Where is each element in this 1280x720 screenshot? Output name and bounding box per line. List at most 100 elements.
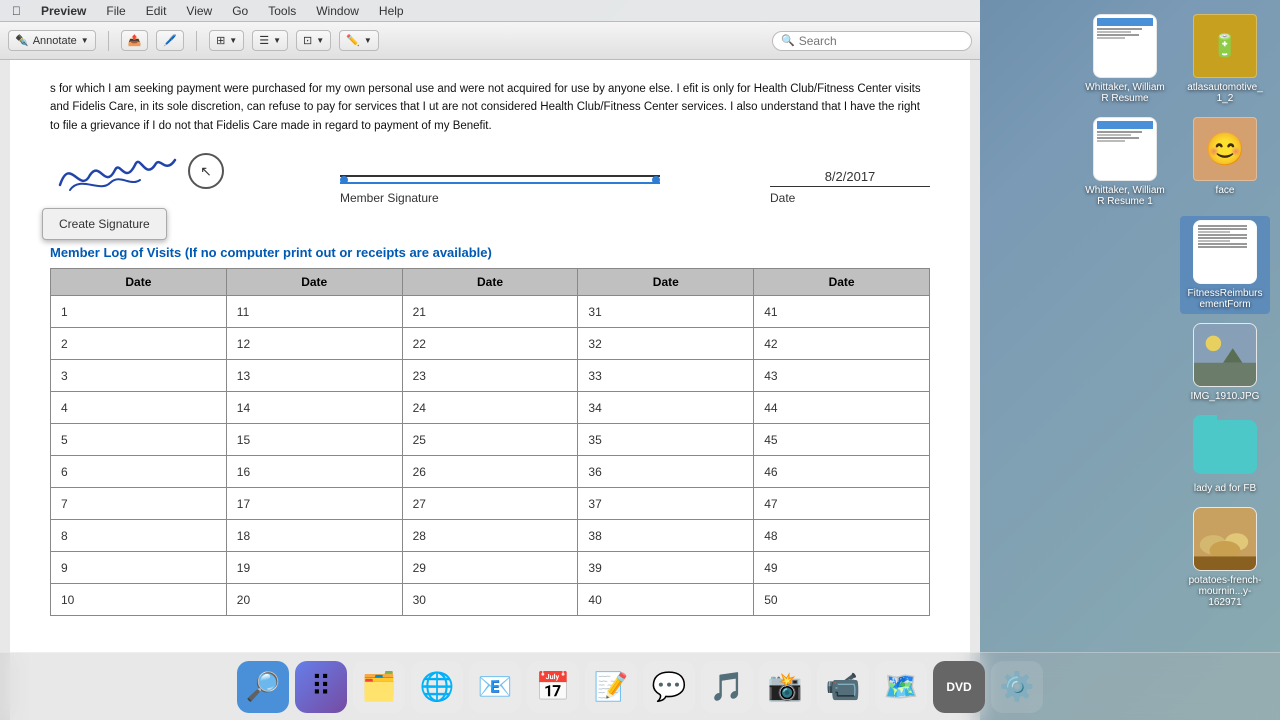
- cell-row8-col5[interactable]: 48: [754, 520, 930, 552]
- desktop-icon-img1910[interactable]: IMG_1910.JPG: [1180, 319, 1270, 406]
- cell-row8-col4[interactable]: 38: [578, 520, 754, 552]
- cell-row3-col5[interactable]: 43: [754, 360, 930, 392]
- cell-row2-col2[interactable]: 12: [226, 328, 402, 360]
- cell-row4-col1[interactable]: 4: [51, 392, 227, 424]
- desktop-icon-atlasautomotive[interactable]: 🔋 atlasautomotive_1_2: [1180, 10, 1270, 108]
- signature-line-area: Member Signature: [340, 175, 730, 205]
- annotate-button[interactable]: ✒️ Annotate ▼: [8, 30, 96, 51]
- pen-icon: ✒️: [15, 34, 29, 47]
- dock-item-launchpad[interactable]: ⠿: [295, 661, 347, 713]
- cell-row1-col2[interactable]: 11: [226, 296, 402, 328]
- cell-row4-col5[interactable]: 44: [754, 392, 930, 424]
- cell-row7-col3[interactable]: 27: [402, 488, 578, 520]
- dock-item-browser[interactable]: 🌐: [411, 661, 463, 713]
- dock-item-files[interactable]: 🗂️: [353, 661, 405, 713]
- cell-row9-col3[interactable]: 29: [402, 552, 578, 584]
- desktop-icon-fitness-form[interactable]: FitnessReimbursementForm: [1180, 216, 1270, 314]
- view-menu[interactable]: View: [182, 2, 216, 20]
- cell-row8-col3[interactable]: 28: [402, 520, 578, 552]
- icon-thumbnail-atlas: 🔋: [1193, 14, 1257, 78]
- cell-row10-col2[interactable]: 20: [226, 584, 402, 616]
- cell-row5-col5[interactable]: 45: [754, 424, 930, 456]
- cell-row2-col1[interactable]: 2: [51, 328, 227, 360]
- cell-row3-col2[interactable]: 13: [226, 360, 402, 392]
- edit-button[interactable]: ✏️ ▼: [339, 30, 379, 51]
- tools-menu[interactable]: Tools: [264, 2, 300, 20]
- app-name[interactable]: Preview: [37, 2, 90, 20]
- dock-item-photos[interactable]: 📸: [759, 661, 811, 713]
- table-row: 111213141: [51, 296, 930, 328]
- table-row: 717273747: [51, 488, 930, 520]
- edit-menu[interactable]: Edit: [142, 2, 171, 20]
- cell-row7-col1[interactable]: 7: [51, 488, 227, 520]
- cell-row6-col4[interactable]: 36: [578, 456, 754, 488]
- window-menu[interactable]: Window: [312, 2, 363, 20]
- cell-row2-col4[interactable]: 32: [578, 328, 754, 360]
- cell-row6-col3[interactable]: 26: [402, 456, 578, 488]
- cell-row9-col5[interactable]: 49: [754, 552, 930, 584]
- dock-item-finder[interactable]: 🔎: [237, 661, 289, 713]
- cell-row8-col2[interactable]: 18: [226, 520, 402, 552]
- dock-item-notes[interactable]: 📝: [585, 661, 637, 713]
- cell-row6-col2[interactable]: 16: [226, 456, 402, 488]
- desktop-icon-potatoes[interactable]: potatoes-french-mournin...y-162971: [1180, 503, 1270, 612]
- cell-row1-col3[interactable]: 21: [402, 296, 578, 328]
- search-input[interactable]: [799, 34, 963, 48]
- cell-row1-col1[interactable]: 1: [51, 296, 227, 328]
- cell-row4-col3[interactable]: 24: [402, 392, 578, 424]
- cell-row6-col5[interactable]: 46: [754, 456, 930, 488]
- cell-row5-col3[interactable]: 25: [402, 424, 578, 456]
- search-bar[interactable]: 🔍: [772, 31, 972, 51]
- slider-track[interactable]: [340, 179, 660, 187]
- desktop-icon-face[interactable]: 😊 face: [1180, 113, 1270, 211]
- dock-item-maps[interactable]: 🗺️: [875, 661, 927, 713]
- cell-row1-col5[interactable]: 41: [754, 296, 930, 328]
- cell-row4-col2[interactable]: 14: [226, 392, 402, 424]
- help-menu[interactable]: Help: [375, 2, 408, 20]
- layout-icon: ☰: [259, 34, 269, 47]
- file-menu[interactable]: File: [102, 2, 129, 20]
- desktop-icon-whittaker-resume-1[interactable]: Whittaker, William R Resume 1: [1080, 113, 1170, 211]
- desktop-icon-whittaker-resume[interactable]: Whittaker, William R Resume: [1080, 10, 1170, 108]
- cell-row5-col4[interactable]: 35: [578, 424, 754, 456]
- cell-row1-col4[interactable]: 31: [578, 296, 754, 328]
- cell-row4-col4[interactable]: 34: [578, 392, 754, 424]
- tools-button[interactable]: ⊞ ▼: [209, 30, 244, 51]
- cell-row2-col5[interactable]: 42: [754, 328, 930, 360]
- cell-row5-col1[interactable]: 5: [51, 424, 227, 456]
- cell-row9-col1[interactable]: 9: [51, 552, 227, 584]
- markup-button[interactable]: 🖊️: [156, 30, 184, 51]
- cell-row10-col1[interactable]: 10: [51, 584, 227, 616]
- share-button[interactable]: 📤: [121, 30, 149, 51]
- go-menu[interactable]: Go: [228, 2, 252, 20]
- cell-row7-col4[interactable]: 37: [578, 488, 754, 520]
- cell-row2-col3[interactable]: 22: [402, 328, 578, 360]
- apple-menu[interactable]: : [8, 2, 25, 20]
- dock-item-settings[interactable]: ⚙️: [991, 661, 1043, 713]
- cell-row10-col5[interactable]: 50: [754, 584, 930, 616]
- cell-row7-col5[interactable]: 47: [754, 488, 930, 520]
- cell-row6-col1[interactable]: 6: [51, 456, 227, 488]
- dock-item-calendar[interactable]: 📅: [527, 661, 579, 713]
- zoom-button[interactable]: ⊡ ▼: [296, 30, 331, 51]
- layout-button[interactable]: ☰ ▼: [252, 30, 288, 51]
- cell-row5-col2[interactable]: 15: [226, 424, 402, 456]
- cell-row9-col2[interactable]: 19: [226, 552, 402, 584]
- dock-item-mail[interactable]: 📧: [469, 661, 521, 713]
- dock-item-music[interactable]: 🎵: [701, 661, 753, 713]
- cursor-circle-button[interactable]: ↖: [188, 153, 224, 189]
- cell-row10-col4[interactable]: 40: [578, 584, 754, 616]
- dock-item-dvd[interactable]: DVD: [933, 661, 985, 713]
- desktop-icon-lady-ad-fb[interactable]: lady ad for FB: [1180, 411, 1270, 498]
- cell-row7-col2[interactable]: 17: [226, 488, 402, 520]
- cell-row3-col3[interactable]: 23: [402, 360, 578, 392]
- desktop-icons-area: Whittaker, William R Resume 🔋 atlasautom…: [980, 0, 1280, 720]
- cell-row10-col3[interactable]: 30: [402, 584, 578, 616]
- dock-item-messages[interactable]: 💬: [643, 661, 695, 713]
- cell-row9-col4[interactable]: 39: [578, 552, 754, 584]
- cell-row3-col1[interactable]: 3: [51, 360, 227, 392]
- dock-item-facetime[interactable]: 📹: [817, 661, 869, 713]
- cell-row3-col4[interactable]: 33: [578, 360, 754, 392]
- cell-row8-col1[interactable]: 8: [51, 520, 227, 552]
- create-signature-popup[interactable]: Create Signature: [42, 208, 167, 240]
